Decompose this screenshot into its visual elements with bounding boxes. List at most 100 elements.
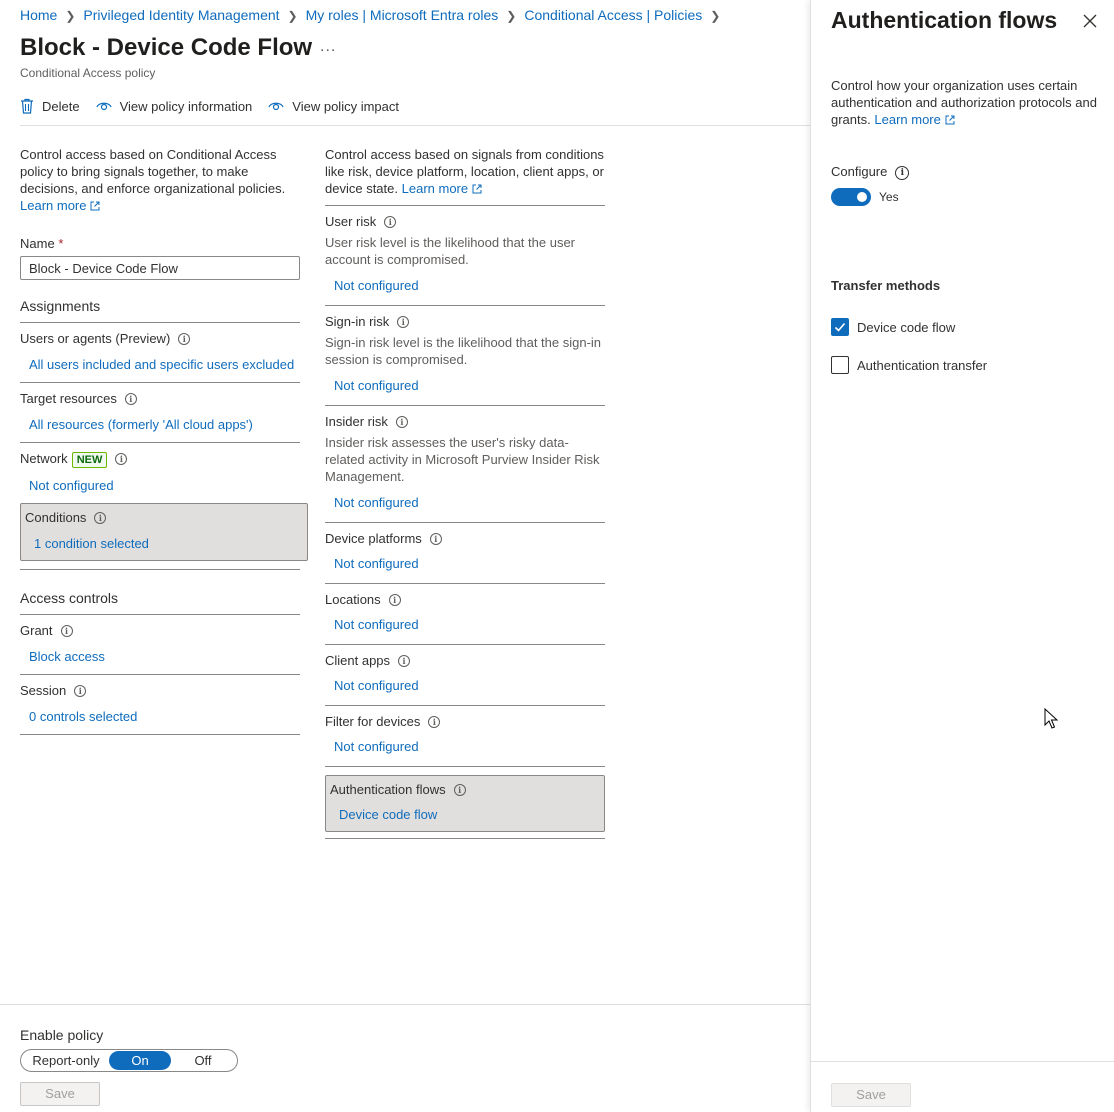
condition-label: Filter for devices i [325, 714, 605, 729]
target-resources-label-text: Target resources [20, 391, 117, 406]
breadcrumb-home[interactable]: Home [20, 7, 57, 23]
condition-value-link[interactable]: Not configured [334, 739, 605, 755]
checkbox-unchecked[interactable] [831, 356, 849, 374]
chevron-right-icon: ❯ [506, 9, 517, 23]
policy-settings-column: Control access based on Conditional Acce… [20, 146, 308, 735]
breadcrumb-ca-policies[interactable]: Conditional Access | Policies [524, 7, 702, 23]
condition-sign-in-risk: Sign-in risk i Sign-in risk level is the … [325, 305, 605, 405]
info-icon[interactable]: i [74, 685, 87, 697]
network-value-link[interactable]: Not configured [29, 478, 300, 494]
breadcrumb: Home ❯ Privileged Identity Management ❯ My r… [20, 7, 728, 23]
condition-divider [325, 766, 605, 767]
conditions-label-text: Conditions [25, 510, 87, 525]
delete-button[interactable]: Delete [20, 98, 80, 114]
info-icon[interactable]: i [60, 625, 73, 637]
info-icon[interactable]: i [178, 333, 191, 345]
condition-label-text: Insider risk [325, 414, 388, 429]
transfer-methods-heading: Transfer methods [831, 278, 941, 293]
condition-label-text: Authentication flows [330, 782, 446, 797]
configure-label-text: Configure [831, 164, 888, 179]
configure-toggle-label: Yes [879, 190, 899, 204]
eye-icon [268, 102, 284, 111]
condition-divider [325, 838, 605, 839]
view-policy-information-button[interactable]: View policy information [96, 98, 253, 114]
toggle-knob [857, 192, 867, 202]
enable-option-off[interactable]: Off [171, 1051, 235, 1070]
info-icon[interactable]: i [124, 393, 137, 405]
info-icon[interactable]: i [453, 784, 466, 796]
enable-option-report-only[interactable]: Report-only [23, 1051, 109, 1070]
name-label-text: Name [20, 236, 55, 251]
condition-authentication-flows[interactable]: Authentication flows i Device code flow [325, 775, 605, 832]
view-policy-impact-button[interactable]: View policy impact [268, 98, 399, 114]
panel-description: Control how your organization uses certa… [831, 77, 1109, 128]
info-icon[interactable]: i [428, 716, 441, 728]
view-policy-information-label: View policy information [119, 98, 253, 114]
new-badge: NEW [71, 452, 108, 468]
conditions-learn-more-link[interactable]: Learn more [402, 181, 468, 196]
learn-more-link[interactable]: Learn more [20, 198, 86, 213]
info-icon[interactable]: i [395, 416, 408, 428]
info-icon[interactable]: i [398, 655, 411, 667]
name-field[interactable] [20, 256, 300, 280]
panel-footer-divider [811, 1061, 1114, 1062]
condition-description: Insider risk assesses the user's risky d… [325, 435, 600, 484]
target-resources-value-link[interactable]: All resources (formerly 'All cloud apps'… [29, 417, 300, 433]
breadcrumb-my-roles[interactable]: My roles | Microsoft Entra roles [306, 7, 499, 23]
conditions-block[interactable]: Conditions i 1 condition selected [20, 503, 308, 561]
condition-value-link[interactable]: Not configured [334, 617, 605, 633]
breadcrumb-pim[interactable]: Privileged Identity Management [83, 7, 279, 23]
name-label: Name * [20, 236, 308, 251]
condition-value-link[interactable]: Not configured [334, 678, 605, 694]
condition-value-link[interactable]: Not configured [334, 278, 605, 294]
info-icon[interactable]: i [397, 316, 410, 328]
close-icon[interactable] [1083, 14, 1097, 28]
condition-label-text: Device platforms [325, 531, 422, 546]
page-title: Block - Device Code Flow [20, 34, 313, 61]
conditions-intro: Control access based on signals from con… [325, 146, 605, 205]
checkbox-authentication-transfer[interactable]: Authentication transfer [831, 356, 987, 374]
info-icon[interactable]: i [895, 166, 910, 180]
policy-intro: Control access based on Conditional Acce… [20, 146, 308, 214]
configure-label: Configure i [831, 164, 910, 180]
enable-option-on[interactable]: On [109, 1051, 171, 1070]
condition-label: User risk i [325, 214, 605, 229]
enable-policy-label: Enable policy [20, 1027, 104, 1043]
panel-title: Authentication flows [831, 7, 1058, 33]
condition-value-link[interactable]: Device code flow [339, 807, 600, 823]
condition-label-text: Client apps [325, 653, 391, 668]
condition-label-text: Locations [325, 592, 381, 607]
users-block: Users or agents (Preview) i All users inc… [20, 323, 300, 383]
condition-label-text: Filter for devices [325, 714, 421, 729]
checkbox-checked[interactable] [831, 318, 849, 336]
panel-learn-more-link[interactable]: Learn more [874, 112, 940, 127]
conditions-value-link[interactable]: 1 condition selected [34, 536, 303, 552]
condition-value-link[interactable]: Not configured [334, 378, 605, 394]
condition-label: Insider risk i [325, 414, 605, 429]
policy-intro-text: Control access based on Conditional Acce… [20, 147, 286, 196]
condition-locations: Locations i Not configured [325, 583, 605, 644]
grant-value-link[interactable]: Block access [29, 649, 300, 665]
checkbox-device-code-flow[interactable]: Device code flow [831, 318, 955, 336]
chevron-right-icon: ❯ [287, 9, 298, 23]
condition-label: Authentication flows i [330, 782, 600, 797]
session-label: Session i [20, 683, 300, 699]
panel-save-button[interactable]: Save [831, 1083, 911, 1107]
configure-toggle[interactable] [831, 188, 871, 206]
users-value-link[interactable]: All users included and specific users ex… [29, 357, 300, 373]
info-icon[interactable]: i [384, 216, 397, 228]
info-icon[interactable]: i [115, 453, 128, 465]
checkbox-label: Authentication transfer [857, 357, 988, 373]
enable-policy-toggle: Report-only On Off [20, 1049, 238, 1072]
view-policy-impact-label: View policy impact [292, 98, 399, 114]
condition-value-link[interactable]: Not configured [334, 495, 605, 511]
condition-value-link[interactable]: Not configured [334, 556, 605, 572]
info-icon[interactable]: i [388, 594, 401, 606]
mouse-cursor-icon [1044, 708, 1058, 729]
save-policy-button[interactable]: Save [20, 1082, 100, 1106]
info-icon[interactable]: i [94, 512, 107, 524]
info-icon[interactable]: i [429, 533, 442, 545]
more-options-button[interactable]: ... [320, 38, 336, 56]
external-link-icon [472, 184, 482, 194]
session-value-link[interactable]: 0 controls selected [29, 709, 300, 725]
